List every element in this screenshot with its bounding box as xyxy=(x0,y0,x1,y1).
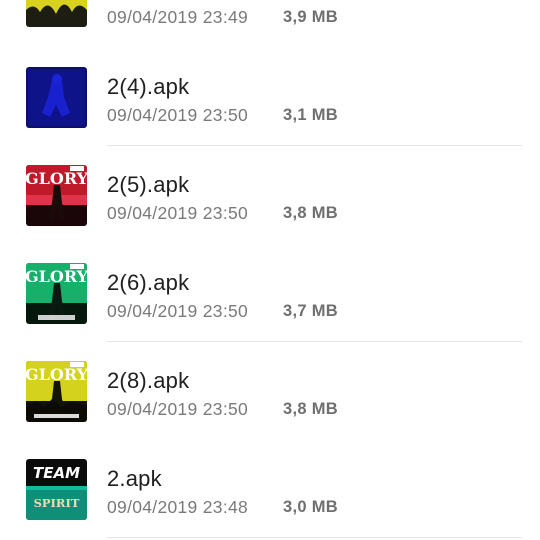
file-size: 3,8 MB xyxy=(283,204,338,222)
apk-thumbnail-icon xyxy=(26,0,87,27)
apk-thumbnail-icon xyxy=(26,67,87,128)
app-icon-blue-figure xyxy=(26,67,87,128)
app-icon-glory-yellow: GLORY xyxy=(26,361,87,422)
file-date: 09/04/2019 23:50 xyxy=(107,399,249,419)
divider xyxy=(107,341,522,342)
apk-thumbnail-icon: GLORY xyxy=(26,361,87,422)
file-list: 09/04/2019 23:49 3,9 MB 2(4).apk 09/04/2… xyxy=(0,0,540,540)
file-row[interactable]: TEAM SPIRIT 2.apk 09/04/2019 23:48 3,0 M… xyxy=(0,442,540,540)
thumb-glory-text: GLORY xyxy=(26,365,87,384)
thumb-glory-text: GLORY xyxy=(26,267,87,286)
file-date: 09/04/2019 23:50 xyxy=(107,301,249,321)
file-date: 09/04/2019 23:49 xyxy=(107,7,249,27)
file-name: 2(5).apk xyxy=(107,172,190,197)
apk-thumbnail-icon: GLORY xyxy=(26,263,87,324)
file-name: 2(4).apk xyxy=(107,74,190,99)
app-icon-glory-red: GLORY xyxy=(26,165,87,226)
file-row[interactable]: GLORY 2(8).apk 09/04/2019 23:50 3,8 MB xyxy=(0,344,540,442)
file-date: 09/04/2019 23:48 xyxy=(107,497,249,517)
file-size: 3,1 MB xyxy=(283,106,338,124)
file-name: 2(8).apk xyxy=(107,368,190,393)
apk-thumbnail-icon: TEAM SPIRIT xyxy=(26,459,87,520)
app-icon-yellow-partial xyxy=(26,0,87,27)
file-date: 09/04/2019 23:50 xyxy=(107,105,249,125)
divider xyxy=(107,145,522,146)
apk-thumbnail-icon: GLORY xyxy=(26,165,87,226)
file-row[interactable]: 2(4).apk 09/04/2019 23:50 3,1 MB xyxy=(0,50,540,148)
app-icon-glory-green: GLORY xyxy=(26,263,87,324)
divider xyxy=(107,537,522,538)
file-size: 3,0 MB xyxy=(283,498,338,516)
file-size: 3,9 MB xyxy=(283,8,338,26)
file-size: 3,7 MB xyxy=(283,302,338,320)
thumb-team-text: TEAM xyxy=(33,464,80,482)
file-name: 2(6).apk xyxy=(107,270,190,295)
file-name: 2.apk xyxy=(107,466,162,491)
thumb-glory-text: GLORY xyxy=(26,169,87,188)
file-row[interactable]: GLORY 2(5).apk 09/04/2019 23:50 3,8 MB xyxy=(0,148,540,246)
file-date: 09/04/2019 23:50 xyxy=(107,203,249,223)
file-size: 3,8 MB xyxy=(283,400,338,418)
file-row[interactable]: 09/04/2019 23:49 3,9 MB xyxy=(0,0,540,50)
file-row[interactable]: GLORY 2(6).apk 09/04/2019 23:50 3,7 MB xyxy=(0,246,540,344)
thumb-spirit-text: SPIRIT xyxy=(34,496,80,510)
app-icon-team-spirit: TEAM SPIRIT xyxy=(26,459,87,520)
